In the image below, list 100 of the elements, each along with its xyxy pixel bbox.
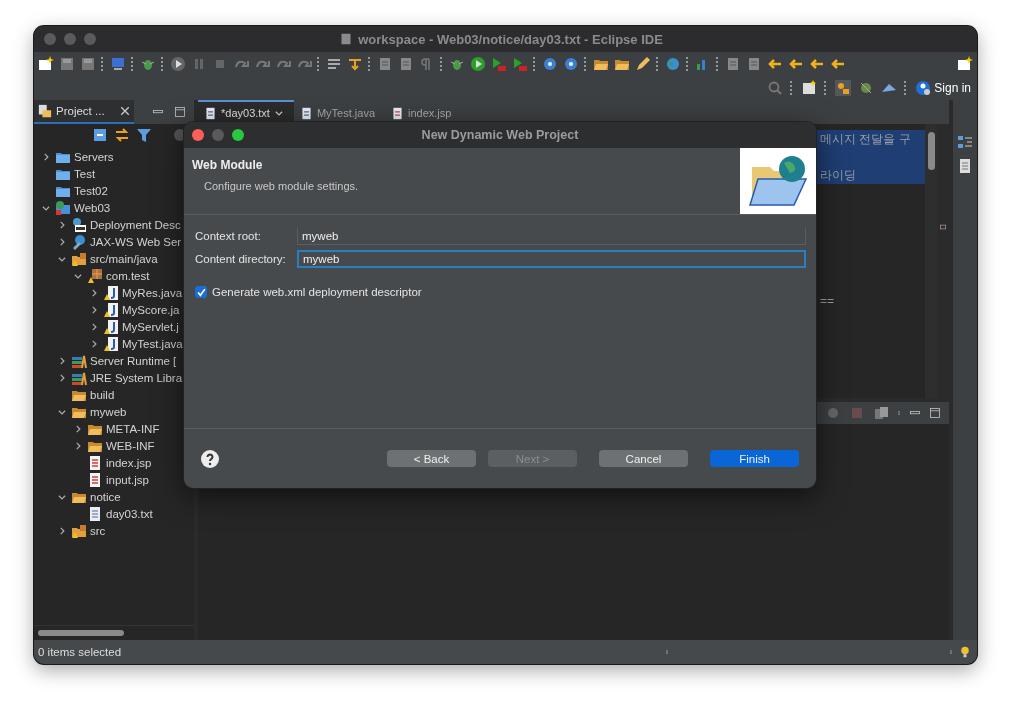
web-project-icon <box>55 199 71 216</box>
code-line: 메시지 전달을 구 <box>820 130 911 148</box>
checkbox[interactable] <box>195 286 207 298</box>
task-list-icon <box>957 158 973 174</box>
perspective-icon <box>801 80 818 96</box>
tree-item[interactable]: src/main/java <box>90 252 158 265</box>
dialog-button[interactable]: < Back <box>387 450 476 467</box>
tree-item[interactable]: Test02 <box>74 184 108 197</box>
toolbar-separator <box>656 57 660 71</box>
toolbar-separator <box>790 81 795 95</box>
tree-item[interactable]: MyTest.java <box>122 337 183 350</box>
tree-item[interactable]: com.test <box>106 269 150 282</box>
status-text: 0 items selected <box>38 646 123 658</box>
sign-in-button[interactable]: Sign in <box>915 80 971 96</box>
checkbox-label[interactable]: Generate web.xml deployment descriptor <box>212 286 422 298</box>
file-icon <box>87 471 103 488</box>
java-file-icon <box>103 284 119 301</box>
new-icon <box>38 56 54 72</box>
play-icon <box>470 56 486 72</box>
tree-item[interactable]: myweb <box>90 405 127 418</box>
ruler-marker-icon <box>938 224 948 230</box>
tree-item[interactable]: WEB-INF <box>106 439 155 452</box>
descriptor-icon <box>71 216 87 233</box>
field-label: Content directory: <box>195 253 287 265</box>
collapse-all-icon <box>92 127 108 143</box>
editor-tab[interactable]: index.jsp <box>385 100 462 124</box>
document-icon <box>725 56 741 72</box>
tree-item[interactable]: MyServlet.j <box>122 320 179 333</box>
toolbar-separator <box>317 57 321 71</box>
toolbar-separator <box>368 57 372 71</box>
tree-item[interactable]: day03.txt <box>106 507 153 520</box>
maximize-icon <box>929 407 941 419</box>
search-icon <box>767 80 784 96</box>
text-file-icon <box>87 505 103 522</box>
scrollbar-thumb[interactable] <box>927 132 935 170</box>
link-arrows-icon <box>114 127 130 143</box>
tree-item[interactable]: index.jsp <box>106 456 152 469</box>
toolbar-separator <box>824 81 829 95</box>
document-icon <box>746 56 762 72</box>
toolbar-separator <box>440 57 444 71</box>
text-field[interactable]: myweb <box>297 227 806 245</box>
chevron-right-icon <box>73 423 83 434</box>
editor-tab[interactable]: *day03.txt <box>198 100 294 124</box>
java-file-icon <box>103 301 119 318</box>
page-heading: Web Module <box>192 158 264 172</box>
page-description: Configure web module settings. <box>203 180 360 192</box>
play-icon <box>170 56 186 72</box>
tree-item[interactable]: META-INF <box>106 422 160 435</box>
toolbar-separator <box>686 57 690 71</box>
tree-item[interactable]: Server Runtime [ <box>90 354 177 367</box>
tree-item[interactable]: JAX-WS Web Ser <box>90 235 182 248</box>
code-line: == <box>820 294 834 308</box>
chevron-right-icon <box>89 321 99 332</box>
editor-tab[interactable]: MyTest.java <box>293 100 385 124</box>
window-title: workspace - Web03/notice/day03.txt - Eclipse IDE <box>358 31 663 47</box>
source-folder-icon <box>71 250 87 267</box>
lightbulb-icon <box>959 644 971 660</box>
text-file-icon <box>391 106 404 120</box>
new-icon <box>957 56 973 72</box>
tree-item[interactable]: Servers <box>74 150 114 163</box>
java-file-icon <box>103 318 119 335</box>
text-field[interactable]: myweb <box>297 250 806 268</box>
help-icon[interactable] <box>201 449 219 468</box>
account-icon <box>915 80 932 96</box>
chevron-right-icon <box>41 151 51 162</box>
close-light[interactable] <box>192 129 204 141</box>
explorer-icon <box>38 104 52 118</box>
toolbar-separator <box>131 57 135 71</box>
chevron-right-icon <box>89 304 99 315</box>
close-light[interactable] <box>44 33 56 45</box>
document-icon <box>340 32 353 46</box>
chevron-down-icon <box>273 108 284 118</box>
scrollbar-thumb[interactable] <box>38 630 124 636</box>
tree-item[interactable]: Test <box>74 167 96 180</box>
java-file-icon <box>103 335 119 352</box>
java-file-icon <box>299 106 313 120</box>
project-explorer-tab[interactable]: Project ... <box>34 100 134 124</box>
tree-item[interactable]: Deployment Desc <box>90 218 181 231</box>
tree-item[interactable]: src <box>90 524 106 537</box>
tree-item[interactable]: input.jsp <box>106 473 149 486</box>
tree-item[interactable]: notice <box>90 490 121 503</box>
tree-item[interactable]: MyRes.java <box>122 286 183 299</box>
source-folder-icon <box>71 522 87 539</box>
chevron-right-icon <box>89 287 99 298</box>
stop-icon <box>849 405 865 421</box>
tree-item[interactable]: JRE System Libra <box>90 371 183 384</box>
toolbar-separator <box>533 57 537 71</box>
minimize-light[interactable] <box>64 33 76 45</box>
toolbar-separator <box>584 57 588 71</box>
copy-icon <box>873 405 889 421</box>
toolbar-separator <box>161 57 165 71</box>
tree-item[interactable]: Web03 <box>74 201 111 214</box>
tree-item[interactable]: MyScore.ja <box>122 303 180 316</box>
chevron-right-icon <box>57 355 67 366</box>
dialog-button[interactable]: Cancel <box>599 450 688 467</box>
chevron-right-icon <box>57 219 67 230</box>
dialog-button[interactable]: Finish <box>710 450 799 467</box>
zoom-light[interactable] <box>232 129 244 141</box>
text-file-icon <box>204 106 217 120</box>
tree-item[interactable]: build <box>90 388 115 401</box>
